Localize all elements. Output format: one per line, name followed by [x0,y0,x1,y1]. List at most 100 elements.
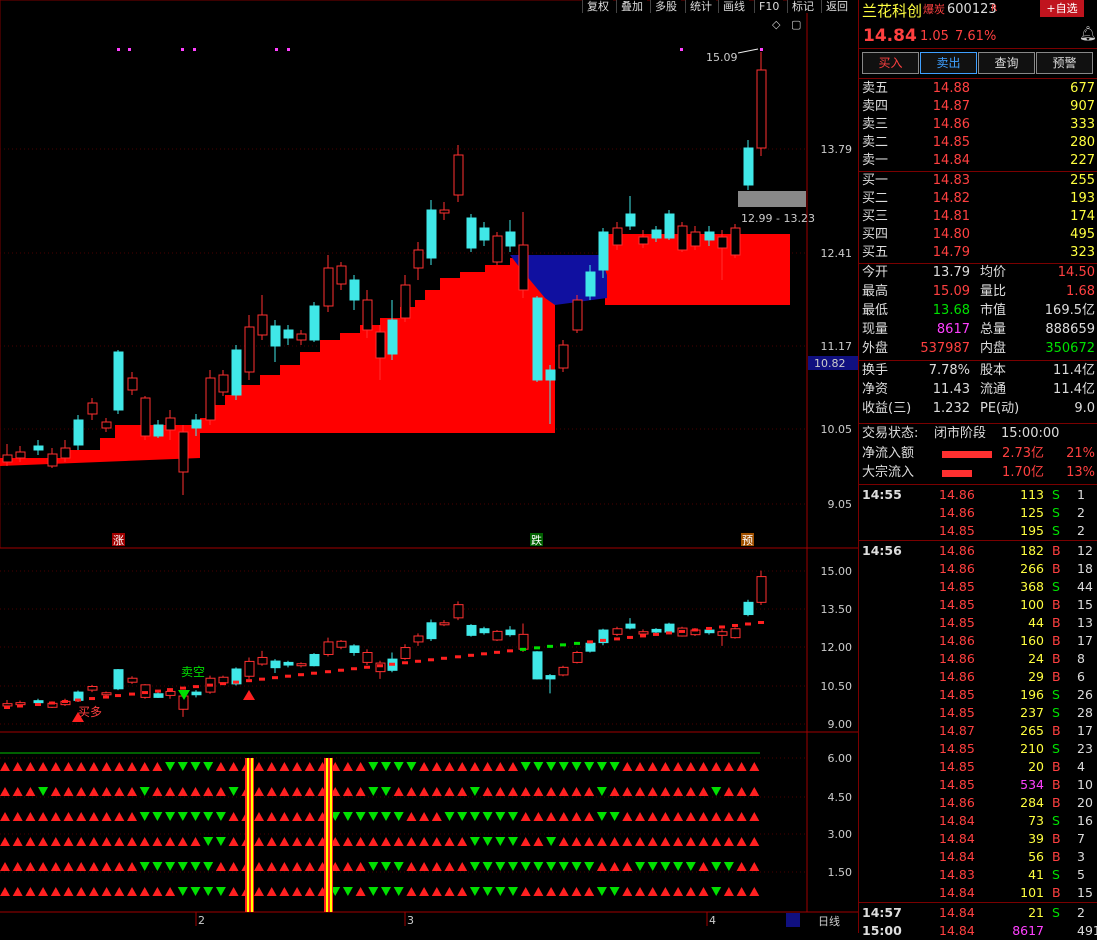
signal-up-triangle [76,862,87,871]
toolbar-button-1[interactable]: 叠加 [616,0,647,13]
mid-candle-body [730,628,741,639]
signal-up-triangle [304,787,315,796]
signal-dot [287,48,290,51]
toolbar-button-7[interactable]: 返回 [821,0,852,13]
signal-down-triangle [457,812,468,821]
signal-up-triangle [25,812,36,821]
flow-pct: 13% [1066,465,1095,480]
toolbar-button-4[interactable]: 画线 [718,0,749,13]
period-label[interactable]: 日线 [818,914,840,928]
signal-up-triangle [723,787,734,796]
trend-dot [560,643,566,647]
add-favorite-button[interactable]: +自选 [1040,0,1084,17]
divider [859,423,1097,424]
signal-up-triangle [711,812,722,821]
query-button[interactable]: 查询 [978,52,1035,74]
signal-up-triangle [88,762,99,771]
diamond-icon[interactable]: ◇ [772,18,781,31]
tick-count: 28 [1077,705,1093,720]
signal-bar-edge [251,758,253,912]
signal-down-triangle [584,862,595,871]
stat-label: 最低 [862,303,889,318]
stat-value: 13.79 [932,265,970,280]
bid-row: 买四 14.80 495 [859,226,1097,244]
signal-down-triangle [609,762,620,771]
month-label: 2 [198,914,205,927]
stat-value: 11.43 [932,382,970,397]
toolbar-button-0[interactable]: 复权 [582,0,613,13]
tick-price: 14.84 [939,831,975,846]
tick-side: B [1052,543,1061,558]
divider [859,484,1097,485]
toolbar-button-3[interactable]: 统计 [685,0,716,13]
signal-up-triangle [723,762,734,771]
stat-value: 1.68 [1066,284,1095,299]
signal-up-triangle [342,787,353,796]
toolbar-button-6[interactable]: 标记 [787,0,818,13]
signal-up-triangle [177,787,188,796]
signal-up-triangle [101,812,112,821]
main-axis-label: 13.79 [821,143,853,156]
signal-dot [128,48,131,51]
signal-up-triangle [736,762,747,771]
scroll-handle[interactable] [786,913,800,927]
low-axis-label: 6.00 [828,752,853,765]
signal-up-triangle [50,887,61,896]
signal-up-triangle [76,762,87,771]
flow-bar [942,451,992,458]
trend-dot [364,665,370,669]
stat-row: 净资 11.43 流通 11.4亿 [859,381,1097,399]
stat-value: 169.5亿 [1044,303,1095,318]
signal-up-triangle [50,812,61,821]
signal-up-triangle [546,887,557,896]
signal-up-triangle [101,862,112,871]
signal-down-triangle [165,862,176,871]
alert-button[interactable]: 预警 [1036,52,1093,74]
signal-down-triangle [177,812,188,821]
signal-up-triangle [279,787,290,796]
candle-body [205,377,216,421]
signal-up-triangle [254,762,264,771]
signal-up-triangle [304,862,315,871]
signal-down-triangle [546,762,557,771]
signal-up-triangle [139,837,150,846]
trend-dot [627,635,633,639]
kline-chart[interactable]: 13.79 12.41 11.17 10.05 9.05 10.82 15.00 13.50 1… [0,0,858,933]
sell-button[interactable]: 卖出 [920,52,977,74]
signal-up-triangle [254,862,264,871]
tick-side: S [1052,687,1060,702]
trend-dot [193,685,199,689]
trend-dot [600,638,606,642]
signal-up-triangle [50,762,61,771]
bell-icon[interactable]: 🔔︎ [1079,26,1097,42]
toolbar-button-5[interactable]: F10 [754,0,784,13]
tick-count: 17 [1077,723,1093,738]
trend-dot [666,631,672,635]
toolbar-button-2[interactable]: 多股 [650,0,681,13]
bid-price: 14.83 [932,173,970,188]
buy-button[interactable]: 买入 [862,52,919,74]
signal-down-triangle [495,812,506,821]
signal-up-triangle [533,787,544,796]
signal-up-triangle [749,762,760,771]
signal-up-triangle [355,762,366,771]
candle-body [439,209,450,214]
signal-up-triangle [152,887,163,896]
flow-label: 净流入额 [862,446,915,461]
signal-down-triangle [711,787,722,796]
signal-up-triangle [673,887,684,896]
signal-up-triangle [355,787,366,796]
signal-up-triangle [25,837,36,846]
bid-price: 14.79 [932,245,970,260]
candle-body [400,284,411,319]
settings-icon[interactable]: ▢ [791,18,801,31]
stat-row: 现量 8617 总量 888659 [859,321,1097,339]
signal-down-triangle [393,762,404,771]
signal-down-triangle [520,862,531,871]
trend-dot [679,629,685,633]
bid-label: 买五 [862,245,889,260]
stat-label: 外盘 [862,341,889,356]
signal-up-triangle [152,787,163,796]
tick-side: B [1052,759,1061,774]
tick-price: 14.83 [939,867,975,882]
